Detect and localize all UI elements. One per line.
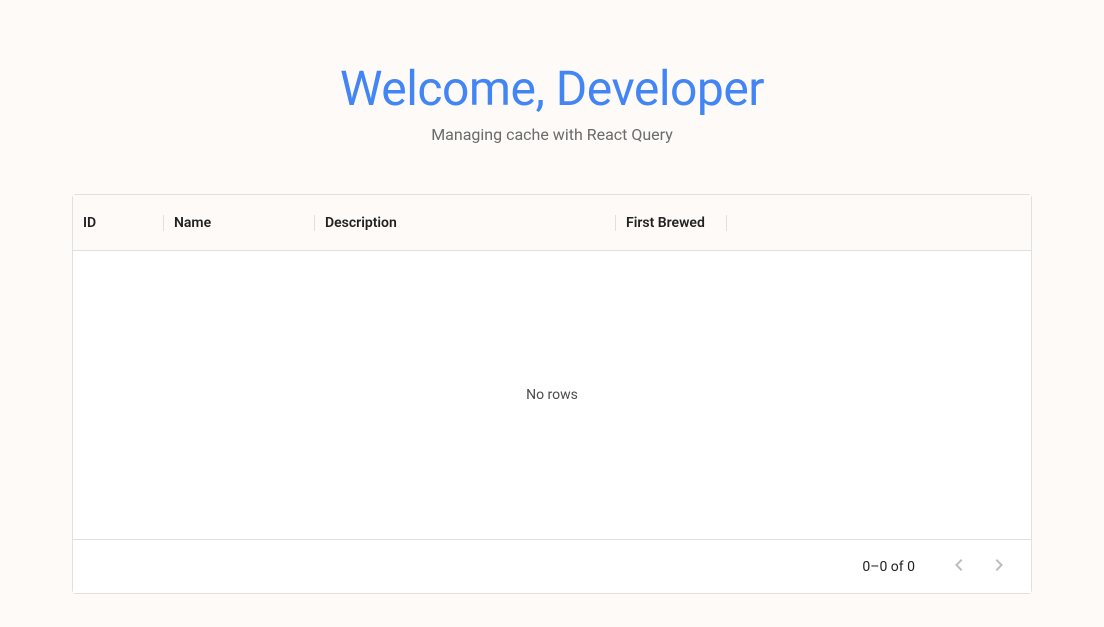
grid-footer: 0–0 of 0	[73, 539, 1031, 593]
pagination-next-button[interactable]	[979, 547, 1019, 587]
column-label: Description	[325, 215, 397, 231]
chevron-right-icon	[987, 553, 1011, 580]
column-header-description[interactable]: Description	[315, 195, 615, 250]
column-label: ID	[83, 215, 96, 231]
column-label: First Brewed	[626, 215, 705, 231]
column-header-first-brewed[interactable]: First Brewed	[616, 195, 726, 250]
column-header-id[interactable]: ID	[73, 195, 163, 250]
data-grid: ID Name Description First Brewed No rows…	[72, 194, 1032, 594]
grid-header-row: ID Name Description First Brewed	[73, 195, 1031, 251]
grid-body: No rows	[73, 251, 1031, 539]
no-rows-message: No rows	[526, 387, 578, 403]
page-subtitle: Managing cache with React Query	[431, 125, 673, 144]
pagination-info: 0–0 of 0	[862, 559, 915, 575]
column-label: Name	[174, 215, 211, 231]
pagination-prev-button[interactable]	[939, 547, 979, 587]
main-container: Welcome, Developer Managing cache with R…	[0, 0, 1104, 594]
page-title: Welcome, Developer	[340, 60, 764, 117]
column-separator[interactable]	[726, 215, 727, 231]
chevron-left-icon	[947, 553, 971, 580]
column-header-name[interactable]: Name	[164, 195, 314, 250]
